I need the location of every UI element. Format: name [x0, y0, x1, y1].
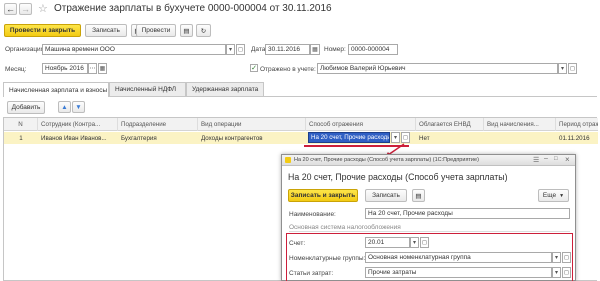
col-envd[interactable]: Облагается ЕНВД	[416, 118, 484, 131]
month-calendar-icon[interactable]: ▦	[98, 63, 107, 74]
tab-accrued-salary[interactable]: Начисленная зарплата и взносы	[3, 82, 109, 97]
col-operation[interactable]: Вид операции	[198, 118, 306, 131]
more-chevron-icon: ▼	[559, 192, 565, 199]
col-n[interactable]: N	[4, 118, 38, 131]
tax-system-label: Основная система налогообложения	[289, 224, 401, 231]
date-field[interactable]: 30.11.2016	[265, 44, 310, 55]
tab-withheld-salary[interactable]: Удержанная зарплата	[186, 82, 264, 96]
month-field[interactable]: Ноябрь 2016	[42, 63, 88, 74]
org-dropdown-icon[interactable]: ▾	[226, 44, 235, 55]
cell-envd[interactable]: Нет	[416, 132, 484, 144]
popup-window: На 20 счет, Прочие расходы (Способ учета…	[281, 154, 576, 281]
nomenclature-open-icon[interactable]: ◻	[562, 252, 571, 263]
org-label: Организация:	[5, 46, 47, 53]
tab-accrued-ndfl[interactable]: Начисленный НДФЛ	[109, 82, 186, 96]
cell-operation[interactable]: Доходы контрагентов	[198, 132, 306, 144]
add-button[interactable]: Добавить	[7, 101, 45, 114]
popup-title: На 20 счет, Прочие расходы (Способ учета…	[294, 157, 479, 163]
cell-method[interactable]: На 20 счет, Прочие расходы	[308, 132, 390, 143]
number-field[interactable]: 0000-000004	[348, 44, 398, 55]
more-label: Еще	[542, 192, 557, 199]
reflected-label: Отражено в учете:	[260, 66, 316, 73]
cell-department[interactable]: Бухгалтерия	[118, 132, 198, 144]
nomenclature-field[interactable]: Основная номенклатурная группа	[365, 252, 552, 263]
costs-field[interactable]: Прочие затраты	[365, 267, 552, 278]
name-field[interactable]: На 20 счет, Прочие расходы	[365, 208, 570, 219]
tax-system-divider	[289, 231, 570, 232]
forward-button[interactable]: →	[19, 3, 32, 15]
popup-app-icon	[285, 157, 291, 163]
refresh-icon[interactable]: ↻	[196, 24, 211, 37]
cell-n: 1	[19, 134, 23, 142]
table-row[interactable]: 1 Иванов Иван Иванов... Бухгалтерия Дохо…	[4, 132, 598, 144]
account-label: Счет:	[289, 240, 306, 247]
reflected-open-icon[interactable]: ◻	[568, 63, 577, 74]
popup-heading: На 20 счет, Прочие расходы (Способ учета…	[288, 172, 508, 182]
popup-maximize-icon[interactable]: □	[554, 156, 558, 162]
org-open-icon[interactable]: ◻	[236, 44, 245, 55]
name-label: Наименование:	[289, 211, 336, 218]
col-accrual-type[interactable]: Вид начисления...	[484, 118, 556, 131]
col-period[interactable]: Период отраж...	[556, 118, 598, 131]
number-label: Номер:	[324, 46, 346, 53]
save-and-close-button[interactable]: Записать и закрыть	[288, 189, 358, 202]
favorite-star-icon[interactable]: ☆	[38, 2, 48, 15]
post-button[interactable]: Провести	[136, 24, 176, 37]
month-select-icon[interactable]: ⋯	[88, 63, 97, 74]
popup-close-icon[interactable]: ×	[565, 155, 570, 164]
account-open-icon[interactable]: ◻	[420, 237, 429, 248]
org-field[interactable]: Машина времени ООО	[42, 44, 226, 55]
report-icon[interactable]: ▤	[180, 24, 193, 37]
popup-write-button[interactable]: Записать	[365, 189, 407, 202]
back-button[interactable]: ←	[4, 3, 17, 15]
reflected-checkbox[interactable]: ✓	[250, 64, 258, 72]
reflected-dropdown-icon[interactable]: ▾	[558, 63, 567, 74]
cell-period[interactable]: 01.11.2016	[556, 132, 598, 144]
cell-employee[interactable]: Иванов Иван Иванов...	[38, 132, 118, 144]
account-field[interactable]: 20.01	[365, 237, 410, 248]
write-button[interactable]: Записать	[85, 24, 127, 37]
move-down-icon[interactable]: ▼	[72, 101, 85, 113]
more-button[interactable]: Еще ▼	[538, 189, 569, 202]
popup-report-icon[interactable]: ▤	[412, 189, 425, 202]
account-dropdown-icon[interactable]: ▾	[410, 237, 419, 248]
post-and-close-button[interactable]: Провести и закрыть	[4, 24, 81, 37]
popup-minimize-icon[interactable]: –	[544, 155, 548, 162]
table-header: N Сотрудник (Контра... Подразделение Вид…	[4, 118, 598, 131]
col-employee[interactable]: Сотрудник (Контра...	[38, 118, 118, 131]
window-title: Отражение зарплаты в бухучете 0000-00000…	[54, 3, 332, 14]
tab-strip: Начисленная зарплата и взносы Начисленны…	[3, 82, 597, 97]
popup-titlebar: На 20 счет, Прочие расходы (Способ учета…	[282, 155, 575, 166]
month-label: Месяц:	[5, 66, 27, 73]
costs-open-icon[interactable]: ◻	[562, 267, 571, 278]
calendar-icon[interactable]: ▦	[310, 44, 320, 55]
move-up-icon[interactable]: ▲	[58, 101, 71, 113]
popup-menu-icon[interactable]: ☰	[533, 156, 539, 164]
costs-label: Статьи затрат:	[289, 270, 334, 277]
reflected-field[interactable]: Любимов Валерий Юрьевич	[317, 63, 558, 74]
cell-accrual-type[interactable]	[484, 132, 556, 144]
costs-dropdown-icon[interactable]: ▾	[552, 267, 561, 278]
nomenclature-dropdown-icon[interactable]: ▾	[552, 252, 561, 263]
nomenclature-label: Номенклатурные группы:	[289, 255, 366, 262]
col-method[interactable]: Способ отражения	[306, 118, 416, 131]
col-department[interactable]: Подразделение	[118, 118, 198, 131]
